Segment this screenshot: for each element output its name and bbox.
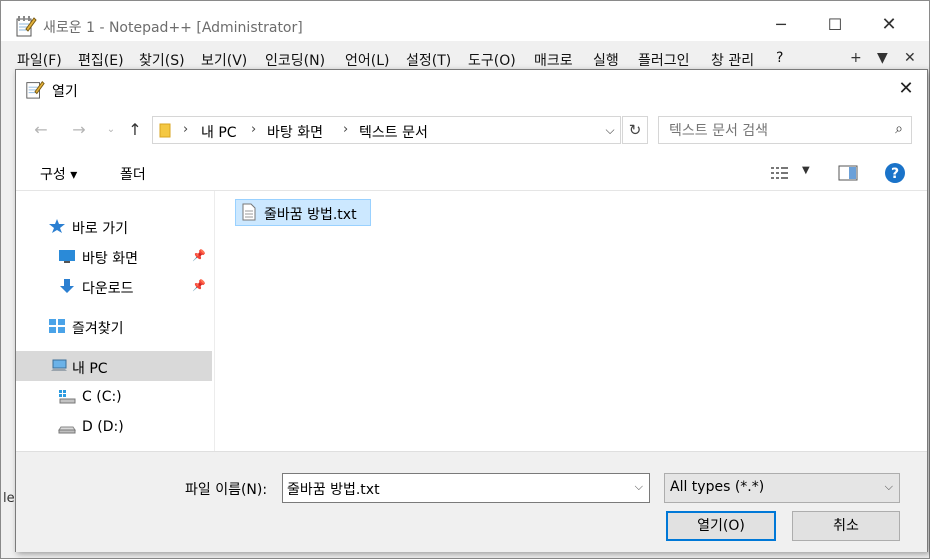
view-options-icon[interactable]: [770, 165, 790, 185]
file-name-label: 줄바꿈 방법.txt: [264, 207, 357, 223]
nav-drive-d[interactable]: D (D:): [16, 412, 212, 442]
menu-help[interactable]: ?: [776, 50, 783, 66]
dialog-close-button[interactable]: ✕: [895, 78, 917, 100]
minimize-button[interactable]: ─: [769, 13, 793, 37]
search-input[interactable]: [667, 121, 881, 141]
menu-edit[interactable]: 편집(E): [78, 50, 124, 70]
menu-window[interactable]: 창 관리: [711, 50, 754, 70]
file-item[interactable]: 줄바꿈 방법.txt: [235, 199, 371, 226]
filename-value: 줄바꿈 방법.txt: [287, 482, 380, 498]
maximize-button[interactable]: ☐: [823, 13, 847, 37]
view-dropdown-icon[interactable]: ▼: [802, 165, 810, 176]
open-file-dialog: 열기 ✕ ← → ⌄ ↑ › 내 PC › 바탕 화면 › 텍스트 문서 ⌵ ↻…: [15, 69, 928, 552]
address-dropdown-icon[interactable]: ⌵: [600, 117, 620, 143]
back-arrow-icon[interactable]: ←: [30, 119, 52, 141]
tab-list-icon[interactable]: ▼: [877, 50, 888, 66]
star-icon: [48, 218, 66, 234]
recent-locations-chevron-icon[interactable]: ⌄: [100, 119, 122, 141]
menu-file[interactable]: 파일(F): [17, 50, 62, 70]
refresh-icon[interactable]: ↻: [622, 116, 648, 144]
file-type-value: All types (*.*): [670, 479, 765, 495]
menu-settings[interactable]: 설정(T): [406, 50, 451, 70]
text-file-icon: [242, 203, 256, 225]
windows-drive-icon: [58, 389, 76, 405]
favorites-grid-icon: [48, 318, 66, 334]
close-window-button[interactable]: ✕: [877, 13, 901, 37]
preview-pane-icon[interactable]: [838, 165, 858, 185]
nav-downloads-label: 다운로드: [82, 281, 134, 297]
drive-icon: [58, 419, 76, 435]
menu-search[interactable]: 찾기(S): [139, 50, 185, 70]
filename-label: 파일 이름(N):: [185, 482, 268, 498]
npp-title-bar: 새로운 1 - Notepad++ [Administrator] ─ ☐ ✕: [1, 1, 929, 41]
nav-favorites[interactable]: 즐겨찾기: [16, 311, 212, 341]
dialog-title: 열기: [52, 84, 78, 100]
svg-text:?: ?: [891, 166, 899, 182]
nav-drive-c[interactable]: C (C:): [16, 382, 212, 412]
up-arrow-icon[interactable]: ↑: [124, 119, 146, 141]
dialog-bottom-bar: 파일 이름(N): 줄바꿈 방법.txt ⌵ All types (*.*) ⌵…: [16, 451, 927, 552]
breadcrumb-desktop[interactable]: 바탕 화면: [267, 122, 323, 142]
address-bar[interactable]: › 내 PC › 바탕 화면 › 텍스트 문서: [152, 116, 621, 144]
nav-desktop[interactable]: 바탕 화면 📌: [16, 241, 212, 271]
menu-macro[interactable]: 매크로: [534, 50, 573, 70]
download-arrow-icon: [58, 278, 76, 294]
new-folder-button[interactable]: 폴더: [120, 164, 146, 184]
pin-icon: 📌: [192, 249, 206, 262]
breadcrumb-chevron-icon: ›: [343, 122, 349, 137]
search-box[interactable]: ⌕: [658, 116, 912, 144]
nav-quick-access[interactable]: 바로 가기: [16, 211, 212, 241]
folder-icon: [159, 122, 171, 142]
notepad-app-icon: [15, 15, 37, 41]
menu-language[interactable]: 언어(L): [345, 50, 389, 70]
menu-plugins[interactable]: 플러그인: [638, 50, 690, 70]
breadcrumb-text-docs[interactable]: 텍스트 문서: [359, 122, 428, 142]
cancel-button[interactable]: 취소: [792, 511, 900, 541]
chevron-down-icon[interactable]: ⌵: [885, 480, 893, 494]
dialog-title-bar: 열기 ✕: [16, 70, 927, 110]
npp-editor-text: le: [3, 491, 15, 506]
menu-encoding[interactable]: 인코딩(N): [265, 50, 325, 70]
forward-arrow-icon[interactable]: →: [68, 119, 90, 141]
computer-icon: [50, 358, 68, 374]
nav-drive-c-label: C (C:): [82, 389, 122, 405]
open-button[interactable]: 열기(O): [666, 511, 776, 541]
breadcrumb-chevron-icon: ›: [251, 122, 257, 137]
desktop-icon: [58, 248, 76, 264]
breadcrumb-this-pc[interactable]: 내 PC: [201, 122, 237, 142]
npp-menu-bar: 파일(F) 편집(E) 찾기(S) 보기(V) 인코딩(N) 언어(L) 설정(…: [1, 41, 929, 71]
pin-icon: 📌: [192, 279, 206, 292]
navigation-pane: 바로 가기 바탕 화면 📌 다운로드 📌 즐겨찾기 내 PC C (C:) D …: [16, 191, 215, 451]
add-tab-icon[interactable]: +: [850, 50, 862, 66]
chevron-down-icon[interactable]: ⌵: [635, 480, 643, 494]
nav-this-pc-label: 내 PC: [72, 361, 108, 377]
search-icon[interactable]: ⌕: [895, 121, 903, 137]
nav-favorites-label: 즐겨찾기: [72, 321, 124, 337]
close-tab-icon[interactable]: ✕: [904, 50, 916, 66]
filename-input[interactable]: 줄바꿈 방법.txt ⌵: [282, 473, 650, 503]
organize-button[interactable]: 구성 ▾: [40, 164, 77, 184]
help-icon[interactable]: ?: [884, 162, 906, 188]
breadcrumb-chevron-icon: ›: [183, 122, 189, 137]
notepad-app-icon: [25, 79, 45, 103]
nav-downloads[interactable]: 다운로드 📌: [16, 271, 212, 301]
menu-view[interactable]: 보기(V): [201, 50, 247, 70]
menu-tools[interactable]: 도구(O): [468, 50, 516, 70]
file-type-select[interactable]: All types (*.*) ⌵: [664, 473, 900, 503]
npp-window-title: 새로운 1 - Notepad++ [Administrator]: [43, 20, 303, 36]
nav-quick-access-label: 바로 가기: [72, 221, 128, 237]
nav-drive-d-label: D (D:): [82, 419, 124, 435]
nav-desktop-label: 바탕 화면: [82, 251, 138, 267]
nav-this-pc[interactable]: 내 PC: [16, 351, 212, 381]
dialog-toolbar: 구성 ▾ 폴더 ▼ ?: [16, 156, 927, 191]
menu-run[interactable]: 실행: [593, 50, 619, 70]
